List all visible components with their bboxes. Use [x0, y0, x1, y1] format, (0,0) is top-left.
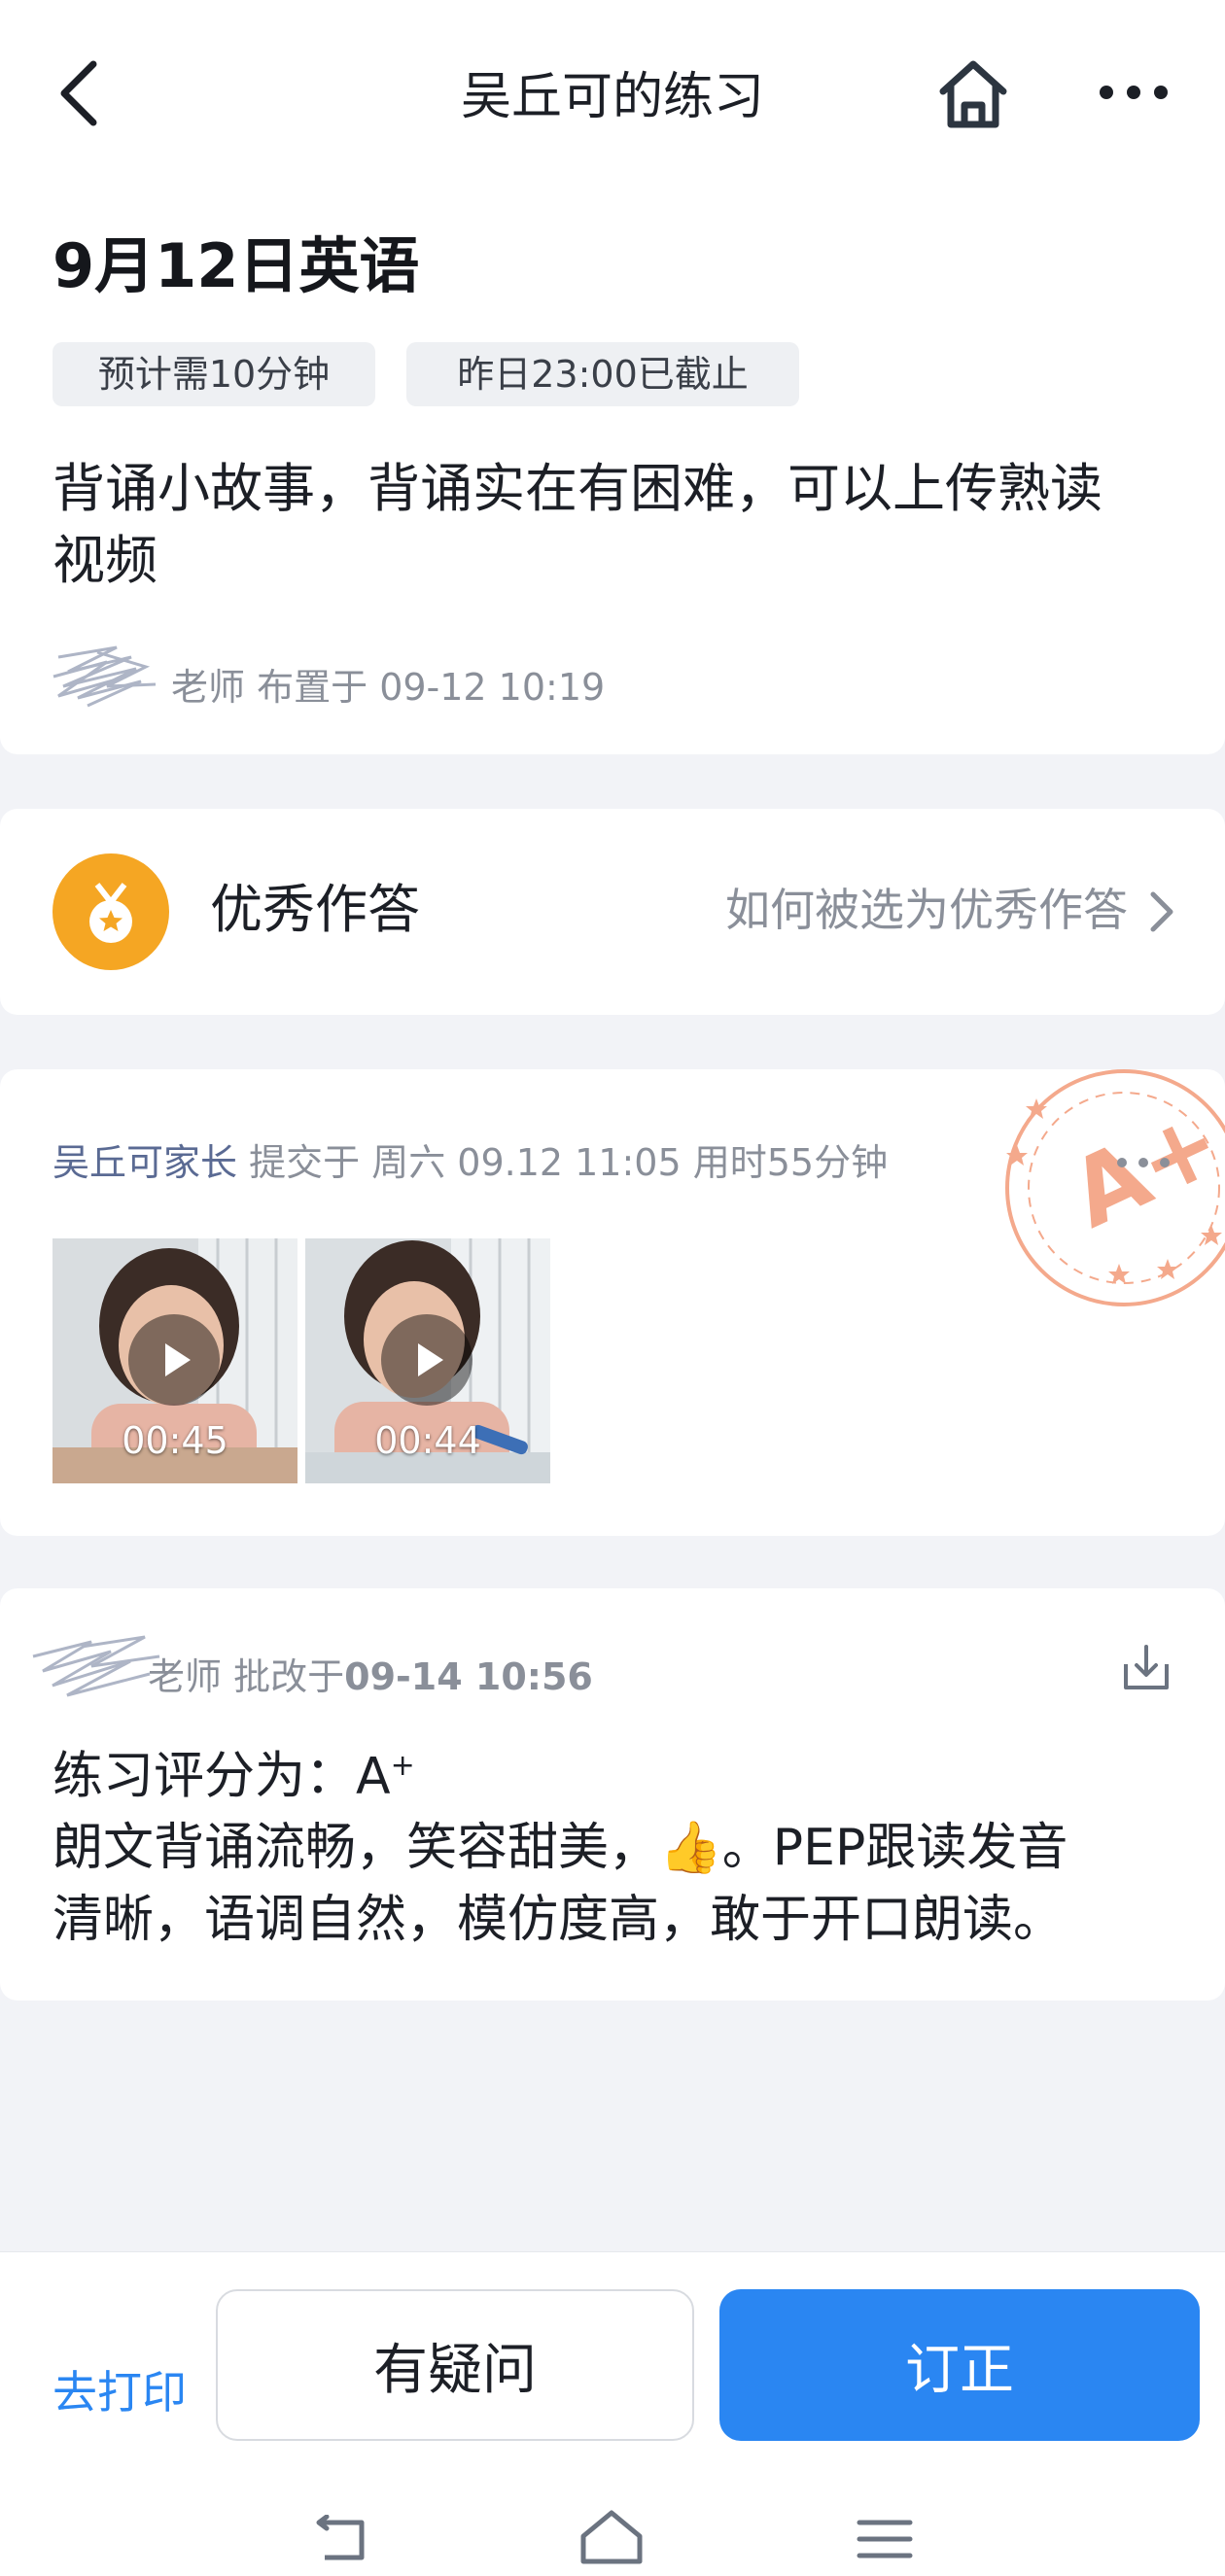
score-sup: + — [390, 1749, 415, 1783]
top-nav-bar: 吴丘可的练习 — [0, 0, 1225, 175]
teacher-role: 老师 — [148, 1655, 223, 1698]
assigned-meta: 老师 布置于 09-12 10:19 — [171, 657, 605, 711]
more-options-icon[interactable] — [1097, 70, 1171, 115]
video-thumbnail[interactable]: 00:45 — [52, 1238, 298, 1483]
reviewed-time: 09-14 10:56 — [344, 1655, 593, 1698]
bottom-action-bar: 去打印 有疑问 订正 — [0, 2251, 1225, 2576]
submission-meta: 吴丘可家长 提交于 周六 09.12 11:05 用时55分钟 — [52, 1139, 888, 1186]
correct-button[interactable]: 订正 — [719, 2289, 1200, 2441]
video-duration: 00:44 — [374, 1419, 481, 1462]
play-icon[interactable] — [128, 1314, 220, 1406]
assignment-description-line: 视频 — [52, 530, 158, 591]
system-home-icon[interactable] — [578, 2507, 646, 2565]
assignment-description: 背诵小故事，背诵实在有困难，可以上传熟读 视频 — [52, 453, 1180, 597]
page: 吴丘可的练习 9月12日英语 预计需10分钟 昨日23:00已截止 背诵小故事，… — [0, 0, 1225, 2576]
score-label: 练习评分为：A — [52, 1747, 391, 1806]
assigned-by-row: 老师 布置于 09-12 10:19 — [39, 628, 817, 725]
assignment-title: 9月12日英语 — [52, 230, 420, 301]
print-link[interactable]: 去打印 — [52, 2363, 187, 2421]
assigned-time: 布置于 09-12 10:19 — [257, 666, 606, 709]
review-comment: 练习评分为：A+ 朗文背诵流畅，笑容甜美，👍。PEP跟读发音 清晰，语调自然，模… — [52, 1730, 1180, 1956]
download-icon[interactable] — [1120, 1641, 1172, 1693]
system-back-icon[interactable] — [311, 2515, 369, 2563]
system-menu-icon[interactable] — [856, 2515, 914, 2563]
how-to-be-excellent-link[interactable]: 如何被选为优秀作答 — [681, 869, 1128, 951]
assignment-description-line: 背诵小故事，背诵实在有困难，可以上传熟读 — [52, 458, 1102, 519]
play-icon[interactable] — [381, 1314, 472, 1406]
comment-line: 清晰，语调自然，模仿度高，敢于开口朗读。 — [52, 1891, 1065, 1950]
video-thumbnail[interactable]: 00:44 — [305, 1238, 550, 1483]
assignment-card: 9月12日英语 预计需10分钟 昨日23:00已截止 背诵小故事，背诵实在有困难… — [0, 171, 1225, 754]
submission-card: 吴丘可家长 提交于 周六 09.12 11:05 用时55分钟 A+ 00:45… — [0, 1069, 1225, 1536]
reviewed-prefix: 批改于 — [233, 1655, 345, 1698]
medal-icon — [52, 853, 169, 970]
page-title: 吴丘可的练习 — [460, 68, 764, 126]
submitter-name: 吴丘可家长 — [52, 1141, 238, 1184]
submission-details: 提交于 周六 09.12 11:05 用时55分钟 — [249, 1141, 889, 1184]
video-duration: 00:45 — [122, 1419, 228, 1462]
teacher-role: 老师 — [171, 666, 246, 709]
more-dots-icon[interactable] — [1114, 1153, 1172, 1172]
review-meta: 老师 批改于09-14 10:56 — [148, 1647, 593, 1700]
chevron-right-icon — [1150, 891, 1173, 932]
home-icon[interactable] — [933, 54, 1013, 134]
grade-stamp: A+ — [1005, 1069, 1225, 1306]
redacted-teacher-name — [52, 645, 157, 708]
score-line: 练习评分为：A+ — [52, 1730, 1180, 1812]
question-button[interactable]: 有疑问 — [216, 2289, 694, 2441]
excellent-answers-title: 优秀作答 — [210, 879, 420, 940]
teacher-review-card: 老师 批改于09-14 10:56 练习评分为：A+ 朗文背诵流畅，笑容甜美，👍… — [0, 1588, 1225, 2001]
comment-line: 朗文背诵流畅，笑容甜美，👍。PEP跟读发音 — [52, 1819, 1068, 1878]
deadline-tag: 昨日23:00已截止 — [406, 342, 799, 406]
estimated-time-tag: 预计需10分钟 — [52, 342, 375, 406]
excellent-answers-card[interactable]: 优秀作答 如何被选为优秀作答 — [0, 809, 1225, 1015]
